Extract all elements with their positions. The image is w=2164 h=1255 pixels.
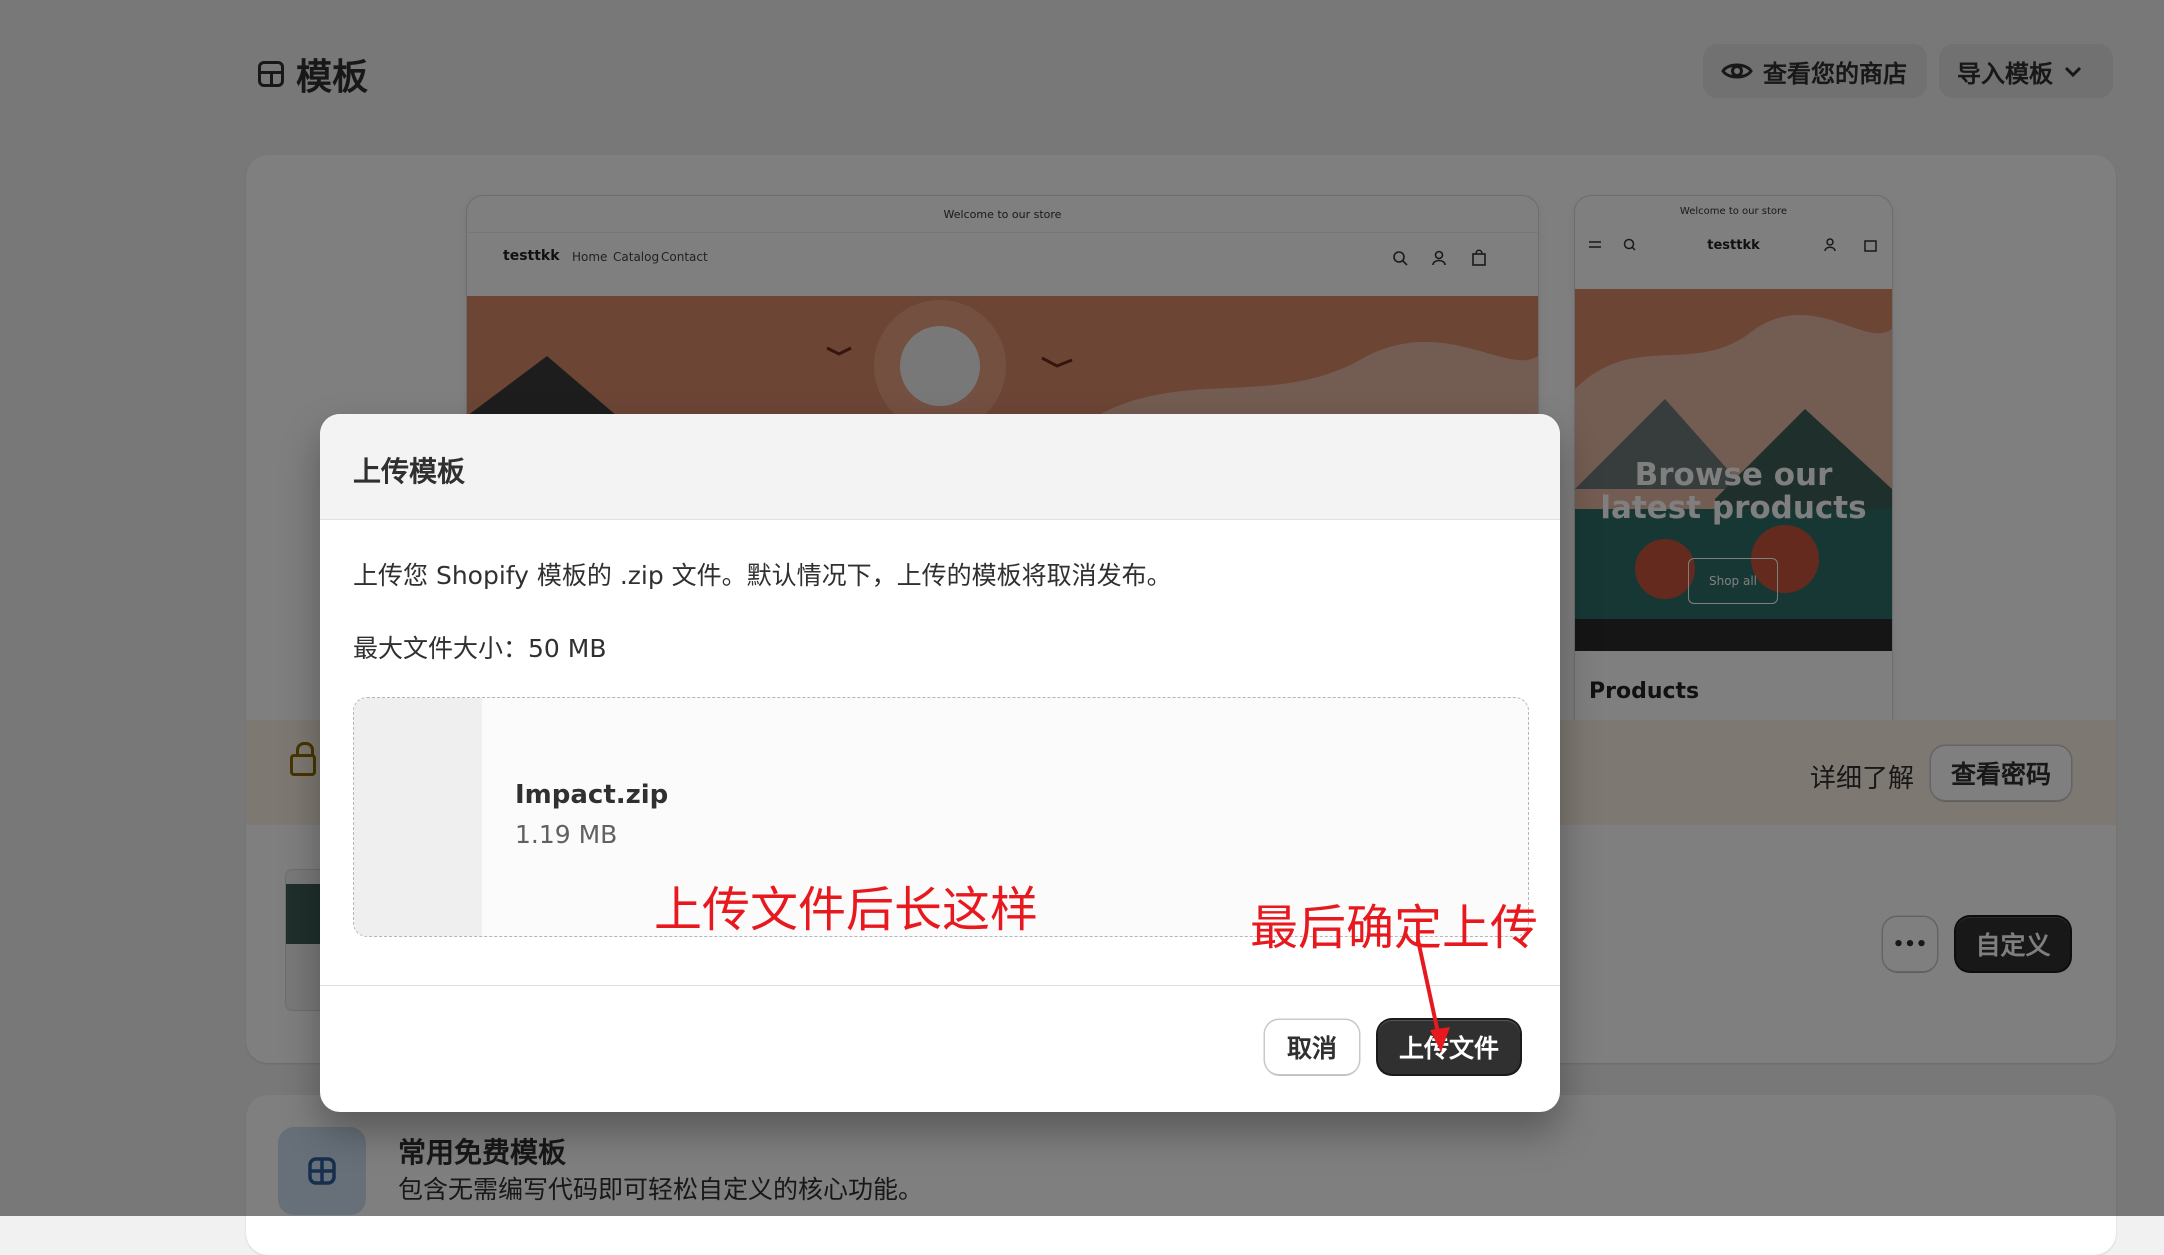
modal-description: 上传您 Shopify 模板的 .zip 文件。默认情况下，上传的模板将取消发布…	[353, 561, 1172, 590]
modal-header: 上传模板	[320, 414, 1560, 520]
modal-title: 上传模板	[353, 455, 466, 488]
file-name: Impact.zip	[515, 780, 669, 810]
upload-theme-modal: 上传模板 上传您 Shopify 模板的 .zip 文件。默认情况下，上传的模板…	[320, 414, 1560, 1112]
annotation-arrow-icon	[1416, 939, 1450, 1052]
annotation-uploaded: 上传文件后长这样	[654, 882, 1039, 938]
cancel-button[interactable]: 取消	[1265, 1020, 1359, 1074]
modal-footer	[320, 985, 1560, 1112]
annotation-confirm: 最后确定上传	[1250, 900, 1539, 956]
file-size: 1.19 MB	[515, 820, 618, 849]
max-file-size: 最大文件大小：50 MB	[353, 634, 607, 663]
file-thumbnail	[354, 698, 482, 936]
